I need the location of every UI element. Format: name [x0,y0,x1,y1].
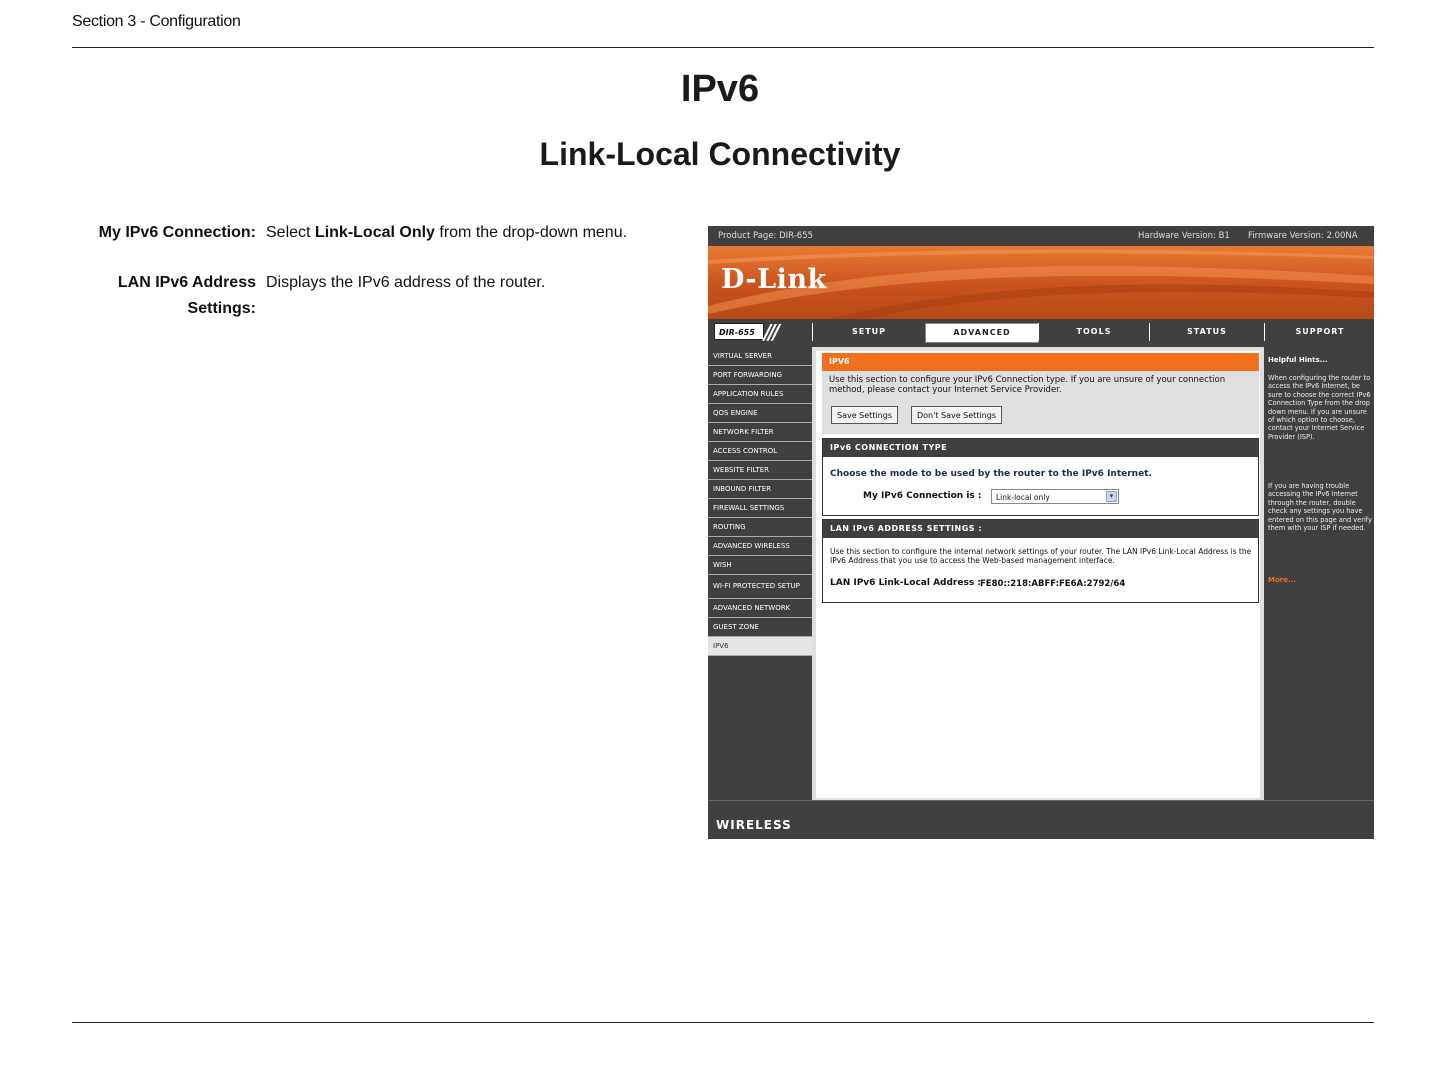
dont-save-settings-button[interactable]: Don't Save Settings [911,406,1002,424]
connection-type-select[interactable]: Link-local only ▾ [991,489,1119,504]
connection-type-instruction: Choose the mode to be used by the router… [830,469,1152,479]
save-settings-button[interactable]: Save Settings [831,406,898,424]
sidebar-item-wish[interactable]: WISH [708,556,812,575]
lan-settings-description: Use this section to configure the intern… [830,547,1252,565]
more-link[interactable]: More... [1268,576,1296,584]
hardware-version: Hardware Version: B1 [1138,231,1230,241]
firmware-version: Firmware Version: 2.00NA [1248,231,1358,241]
page-subtitle: Link-Local Connectivity [539,136,901,172]
d-link-logo: D-Link [721,264,827,295]
link-local-address-label: LAN IPv6 Link-Local Address : [830,578,981,588]
sidebar-item-routing[interactable]: ROUTING [708,518,812,537]
slashes-icon: /// [764,320,780,344]
sidebar-item-wps[interactable]: WI-FI PROTECTED SETUP [708,575,812,599]
sidebar-item-website-filter[interactable]: WEBSITE FILTER [708,461,812,480]
sidebar-item-advanced-wireless[interactable]: ADVANCED WIRELESS [708,537,812,556]
connection-type-label: My IPv6 Connection is : [863,491,982,501]
ipv6-connection-type-panel: IPv6 CONNECTION TYPE Choose the mode to … [822,438,1259,516]
chevron-down-icon[interactable]: ▾ [1106,491,1117,502]
tab-support[interactable]: SUPPORT [1264,323,1374,341]
tab-setup[interactable]: SETUP [812,323,925,341]
tab-status[interactable]: STATUS [1149,323,1264,341]
section-label: Section 3 - Configuration [72,13,241,30]
router-screenshot: Product Page: DIR-655 Hardware Version: … [708,226,1374,839]
router-top-nav: DIR-655 /// SETUP ADVANCED TOOLS STATUS … [708,319,1374,345]
connection-type-title: IPv6 CONNECTION TYPE [823,439,1258,457]
tab-tools[interactable]: TOOLS [1038,323,1149,341]
link-local-address-value: FE80::218:ABFF:FE6A:2792/64 [980,579,1126,589]
ipv6-intro-text: Use this section to configure your IPv6 … [829,375,1226,395]
lan-settings-title: LAN IPv6 ADDRESS SETTINGS : [823,520,1258,538]
sidebar-item-firewall-settings[interactable]: FIREWALL SETTINGS [708,499,812,518]
sidebar-item-guest-zone[interactable]: GUEST ZONE [708,618,812,637]
router-top-bar: Product Page: DIR-655 Hardware Version: … [708,226,1374,246]
sidebar-item-access-control[interactable]: ACCESS CONTROL [708,442,812,461]
sidebar-item-application-rules[interactable]: APPLICATION RULES [708,385,812,404]
ipv6-intro-box: IPV6 Use this section to configure your … [822,353,1259,434]
sidebar-item-qos-engine[interactable]: QOS ENGINE [708,404,812,423]
definition-description: Displays the IPv6 address of the router. [266,274,546,291]
sidebar-item-ipv6[interactable]: IPV6 [708,637,812,656]
ipv6-intro-title: IPV6 [822,353,1259,371]
definition-term: LAN IPv6 Address Settings: [117,274,256,317]
router-footer: WIRELESS [708,800,1374,839]
router-main-content: IPV6 Use this section to configure your … [812,347,1264,800]
product-page-link[interactable]: Product Page: DIR-655 [718,231,813,241]
sidebar-item-inbound-filter[interactable]: INBOUND FILTER [708,480,812,499]
hints-paragraph-2: If you are having trouble accessing the … [1268,482,1372,533]
tab-advanced[interactable]: ADVANCED [925,323,1039,343]
wireless-logo: WIRELESS [716,818,792,832]
hints-paragraph-1: When configuring the router to access th… [1268,374,1371,441]
router-banner: D-Link [708,246,1374,319]
page-title: IPv6 [680,68,760,110]
sidebar-item-port-forwarding[interactable]: PORT FORWARDING [708,366,812,385]
helpful-hints-panel: Helpful Hints... When configuring the ro… [1264,347,1374,800]
bottom-divider [72,1022,1374,1023]
connection-type-value: Link-local only [996,493,1050,502]
sidebar-item-virtual-server[interactable]: VIRTUAL SERVER [708,347,812,366]
definition-term: My IPv6 Connection: [98,224,256,241]
top-divider [72,47,1374,48]
definition-description: Select Link-Local Only from the drop-dow… [266,224,628,241]
router-sidebar: VIRTUAL SERVER PORT FORWARDING APPLICATI… [708,347,812,800]
sidebar-item-advanced-network[interactable]: ADVANCED NETWORK [708,599,812,618]
content-area: IPV6 Use this section to configure your … [816,351,1260,798]
sidebar-item-network-filter[interactable]: NETWORK FILTER [708,423,812,442]
lan-ipv6-settings-panel: LAN IPv6 ADDRESS SETTINGS : Use this sec… [822,519,1259,603]
model-badge: DIR-655 [714,323,764,340]
hints-title: Helpful Hints... [1268,356,1328,364]
